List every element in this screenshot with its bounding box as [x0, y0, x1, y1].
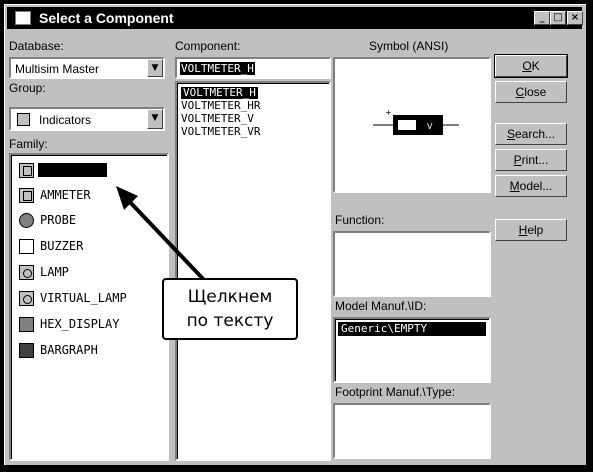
callout-box: Щелкнем по тексту — [162, 278, 298, 340]
callout-line1: Щелкнем — [187, 287, 273, 307]
callout-line2: по тексту — [186, 311, 274, 331]
annotation-arrow — [116, 186, 208, 284]
